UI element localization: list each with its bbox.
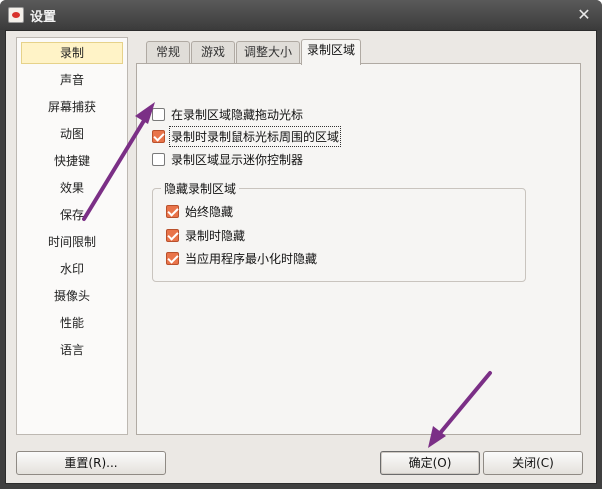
ok-button[interactable]: 确定(O) bbox=[380, 451, 480, 475]
tab-resize[interactable]: 调整大小 bbox=[236, 41, 300, 64]
close-button[interactable]: 关闭(C) bbox=[483, 451, 583, 475]
record-area-panel: 在录制区域隐藏拖动光标 录制时录制鼠标光标周围的区域 录制区域显示迷你控制器 隐… bbox=[136, 63, 581, 435]
tab-record-area[interactable]: 录制区域 bbox=[301, 39, 361, 65]
window-title: 设置 bbox=[30, 10, 57, 25]
sidebar-item-hotkeys[interactable]: 快捷键 bbox=[21, 150, 123, 172]
mini-controller-option[interactable]: 录制区域显示迷你控制器 bbox=[152, 149, 303, 169]
sidebar-item-sound[interactable]: 声音 bbox=[21, 69, 123, 91]
hide-while-recording-option[interactable]: 录制时隐藏 bbox=[166, 225, 245, 245]
settings-sidebar: 录制 声音 屏幕捕获 动图 快捷键 效果 保存 时间限制 水印 摄像头 性能 语… bbox=[16, 37, 128, 435]
hide-drag-cursor-label: 在录制区域隐藏拖动光标 bbox=[171, 107, 304, 122]
group-title: 隐藏录制区域 bbox=[161, 180, 240, 197]
hide-while-recording-checkbox[interactable] bbox=[166, 228, 179, 242]
close-icon[interactable]: ✕ bbox=[574, 5, 594, 25]
hide-drag-cursor-checkbox[interactable] bbox=[152, 107, 165, 121]
sidebar-item-save[interactable]: 保存 bbox=[21, 204, 123, 226]
sidebar-item-performance[interactable]: 性能 bbox=[21, 312, 123, 334]
sidebar-item-language[interactable]: 语言 bbox=[21, 339, 123, 361]
sidebar-item-effects[interactable]: 效果 bbox=[21, 177, 123, 199]
app-icon bbox=[8, 7, 24, 23]
settings-window: 设置 ✕ 录制 声音 屏幕捕获 动图 快捷键 效果 保存 时间限制 水印 摄像头… bbox=[0, 0, 602, 489]
hide-when-minimized-label: 当应用程序最小化时隐藏 bbox=[185, 251, 318, 266]
mini-controller-checkbox[interactable] bbox=[152, 152, 165, 166]
record-cursor-area-option[interactable]: 录制时录制鼠标光标周围的区域 bbox=[152, 125, 342, 147]
sidebar-item-record[interactable]: 录制 bbox=[21, 42, 123, 64]
always-hide-checkbox[interactable] bbox=[166, 204, 179, 218]
hide-drag-cursor-option[interactable]: 在录制区域隐藏拖动光标 bbox=[152, 104, 303, 124]
always-hide-label: 始终隐藏 bbox=[185, 204, 234, 219]
sidebar-item-screen-capture[interactable]: 屏幕捕获 bbox=[21, 96, 123, 118]
sidebar-item-webcam[interactable]: 摄像头 bbox=[21, 285, 123, 307]
always-hide-option[interactable]: 始终隐藏 bbox=[166, 201, 233, 221]
sidebar-item-watermark[interactable]: 水印 bbox=[21, 258, 123, 280]
hide-when-minimized-option[interactable]: 当应用程序最小化时隐藏 bbox=[166, 248, 317, 268]
hide-while-recording-label: 录制时隐藏 bbox=[185, 228, 246, 243]
record-cursor-area-checkbox[interactable] bbox=[152, 129, 165, 143]
sidebar-item-gif[interactable]: 动图 bbox=[21, 123, 123, 145]
tab-general[interactable]: 常规 bbox=[146, 41, 190, 64]
hide-when-minimized-checkbox[interactable] bbox=[166, 251, 179, 265]
hide-record-area-group: 隐藏录制区域 始终隐藏 录制时隐藏 当应用程序最小化时隐藏 bbox=[152, 180, 526, 282]
dialog-body: 录制 声音 屏幕捕获 动图 快捷键 效果 保存 时间限制 水印 摄像头 性能 语… bbox=[5, 30, 597, 484]
record-cursor-area-label: 录制时录制鼠标光标周围的区域 bbox=[168, 125, 342, 147]
sidebar-item-time-limit[interactable]: 时间限制 bbox=[21, 231, 123, 253]
tab-game[interactable]: 游戏 bbox=[191, 41, 235, 64]
reset-button[interactable]: 重置(R)... bbox=[16, 451, 166, 475]
title-bar[interactable]: 设置 ✕ bbox=[0, 0, 602, 30]
mini-controller-label: 录制区域显示迷你控制器 bbox=[171, 152, 304, 167]
